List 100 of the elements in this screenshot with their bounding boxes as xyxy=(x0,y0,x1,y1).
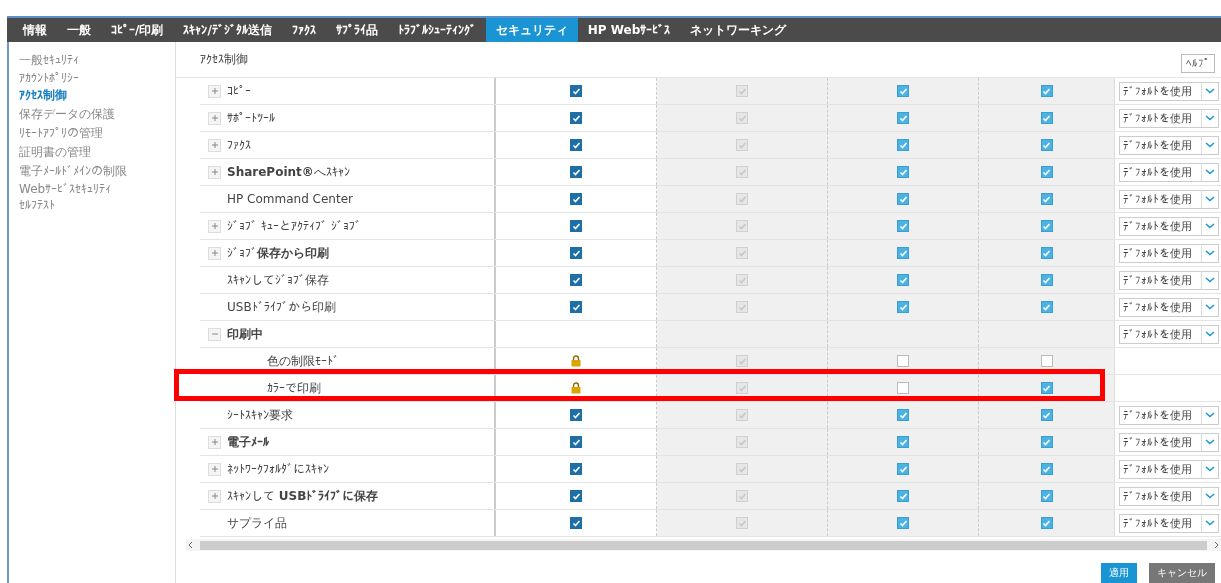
dropdown[interactable]: ﾃﾞﾌｫﾙﾄを使用 xyxy=(1119,243,1219,263)
checkbox[interactable] xyxy=(897,436,909,448)
dropdown[interactable]: ﾃﾞﾌｫﾙﾄを使用 xyxy=(1119,81,1219,101)
checkbox[interactable] xyxy=(897,220,909,232)
checkbox[interactable] xyxy=(897,193,909,205)
dropdown[interactable]: ﾃﾞﾌｫﾙﾄを使用 xyxy=(1119,162,1219,182)
nav-tab[interactable]: ｽｷｬﾝ/ﾃﾞｼﾞﾀﾙ送信 xyxy=(173,18,282,42)
checkbox[interactable] xyxy=(1040,409,1053,421)
expand-toggle[interactable] xyxy=(208,489,221,503)
checkbox[interactable] xyxy=(897,463,909,475)
expand-toggle[interactable] xyxy=(208,246,221,260)
sidebar-item[interactable]: Webｻｰﾋﾞｽｾｷｭﾘﾃｨ xyxy=(19,182,175,196)
cancel-button[interactable]: キャンセル xyxy=(1149,563,1215,583)
checkbox[interactable] xyxy=(1040,355,1053,367)
help-button[interactable]: ﾍﾙﾌﾟ xyxy=(1181,54,1215,73)
nav-tab[interactable]: ﾌｧｸｽ xyxy=(281,18,326,42)
nav-tab[interactable]: ｺﾋﾟｰ/印刷 xyxy=(101,18,174,42)
checkbox[interactable] xyxy=(570,85,582,97)
checkbox[interactable] xyxy=(570,139,582,151)
nav-tab[interactable]: ｻﾌﾟﾗｲ品 xyxy=(325,18,388,42)
nav-tab[interactable]: 情報 xyxy=(13,18,57,42)
checkbox[interactable] xyxy=(1040,301,1053,313)
checkbox[interactable] xyxy=(897,112,909,124)
checkbox[interactable] xyxy=(897,409,909,421)
checkbox[interactable] xyxy=(570,490,582,502)
dropdown[interactable]: ﾃﾞﾌｫﾙﾄを使用 xyxy=(1119,405,1219,425)
page-title: ｱｸｾｽ制御 xyxy=(200,51,248,68)
checkbox[interactable] xyxy=(570,274,582,286)
dropdown[interactable]: ﾃﾞﾌｫﾙﾄを使用 xyxy=(1119,324,1219,344)
sidebar-item[interactable]: 保存データの保護 xyxy=(19,106,175,123)
checkbox[interactable] xyxy=(897,490,909,502)
checkbox[interactable] xyxy=(897,301,909,313)
checkbox[interactable] xyxy=(570,193,582,205)
lock-icon xyxy=(571,382,581,394)
sidebar-item[interactable]: 電子ﾒｰﾙﾄﾞﾒｲﾝの制限 xyxy=(19,163,175,180)
plus-icon xyxy=(210,249,219,257)
checkbox[interactable] xyxy=(570,166,582,178)
sidebar-item[interactable]: ｱｸｾｽ制御 xyxy=(19,87,175,104)
checkbox[interactable] xyxy=(897,382,909,394)
sidebar-item[interactable]: ﾘﾓｰﾄｱﾌﾟﾘの管理 xyxy=(19,125,175,142)
checkbox[interactable] xyxy=(1040,517,1053,529)
expand-toggle[interactable] xyxy=(208,219,221,233)
checkbox[interactable] xyxy=(897,166,909,178)
sidebar-item[interactable]: 証明書の管理 xyxy=(19,144,175,161)
checkbox[interactable] xyxy=(897,85,909,97)
dropdown[interactable]: ﾃﾞﾌｫﾙﾄを使用 xyxy=(1119,486,1219,506)
checkbox[interactable] xyxy=(897,274,909,286)
checkbox[interactable] xyxy=(570,112,582,124)
sidebar-item[interactable]: ｱｶｳﾝﾄﾎﾟﾘｼｰ xyxy=(19,71,175,85)
checkbox[interactable] xyxy=(570,220,582,232)
checkbox[interactable] xyxy=(1040,463,1053,475)
horizontal-scrollbar[interactable] xyxy=(186,539,1221,551)
expand-toggle[interactable] xyxy=(208,435,221,449)
checkbox[interactable] xyxy=(1040,220,1053,232)
checkbox[interactable] xyxy=(1040,166,1053,178)
checkbox[interactable] xyxy=(897,139,909,151)
checkbox[interactable] xyxy=(1040,193,1053,205)
nav-tab[interactable]: HP Webｻｰﾋﾞｽ xyxy=(577,18,681,42)
dropdown[interactable]: ﾃﾞﾌｫﾙﾄを使用 xyxy=(1119,189,1219,209)
nav-tab[interactable]: 一般 xyxy=(57,18,101,42)
expand-toggle[interactable] xyxy=(208,111,221,125)
dropdown[interactable]: ﾃﾞﾌｫﾙﾄを使用 xyxy=(1119,459,1219,479)
dropdown[interactable]: ﾃﾞﾌｫﾙﾄを使用 xyxy=(1119,513,1219,533)
sidebar-item[interactable]: ｾﾙﾌﾃｽﾄ xyxy=(19,198,175,212)
dropdown[interactable]: ﾃﾞﾌｫﾙﾄを使用 xyxy=(1119,297,1219,317)
nav-tab[interactable]: ﾄﾗﾌﾞﾙｼｭｰﾃｨﾝｸﾞ xyxy=(387,18,486,42)
dropdown[interactable]: ﾃﾞﾌｫﾙﾄを使用 xyxy=(1119,108,1219,128)
row-label: ｽｷｬﾝしてｼﾞｮﾌﾞ保存 xyxy=(227,271,329,289)
nav-tab[interactable]: ネットワーキング xyxy=(680,18,797,42)
checkbox[interactable] xyxy=(570,301,582,313)
sidebar-item[interactable]: 一般ｾｷｭﾘﾃｨ xyxy=(19,52,175,69)
expand-toggle[interactable] xyxy=(208,462,221,476)
checkbox[interactable] xyxy=(570,247,582,259)
row-label: 電子ﾒｰﾙ xyxy=(227,433,269,451)
dropdown[interactable]: ﾃﾞﾌｫﾙﾄを使用 xyxy=(1119,216,1219,236)
expand-toggle[interactable] xyxy=(208,84,221,98)
dropdown[interactable]: ﾃﾞﾌｫﾙﾄを使用 xyxy=(1119,270,1219,290)
checkbox[interactable] xyxy=(1040,436,1053,448)
checkbox[interactable] xyxy=(570,409,582,421)
checkbox[interactable] xyxy=(1040,490,1053,502)
checkbox[interactable] xyxy=(897,517,909,529)
checkbox[interactable] xyxy=(897,355,909,367)
expand-toggle[interactable] xyxy=(208,138,221,152)
row-label: 色の制限ﾓｰﾄﾞ xyxy=(267,352,339,370)
dropdown[interactable]: ﾃﾞﾌｫﾙﾄを使用 xyxy=(1119,432,1219,452)
checkbox[interactable] xyxy=(1040,382,1053,394)
row-label: HP Command Center xyxy=(227,192,353,206)
checkbox[interactable] xyxy=(1040,85,1053,97)
row-label: ｻﾎﾟｰﾄﾂｰﾙ xyxy=(227,111,275,125)
checkbox[interactable] xyxy=(570,517,582,529)
checkbox[interactable] xyxy=(570,463,582,475)
expand-toggle[interactable] xyxy=(208,165,221,179)
checkbox[interactable] xyxy=(897,247,909,259)
checkbox[interactable] xyxy=(1040,139,1053,151)
checkbox[interactable] xyxy=(1040,112,1053,124)
checkbox[interactable] xyxy=(1040,274,1053,286)
dropdown[interactable]: ﾃﾞﾌｫﾙﾄを使用 xyxy=(1119,135,1219,155)
checkbox[interactable] xyxy=(1040,247,1053,259)
expand-toggle[interactable] xyxy=(208,327,221,341)
checkbox[interactable] xyxy=(570,436,582,448)
